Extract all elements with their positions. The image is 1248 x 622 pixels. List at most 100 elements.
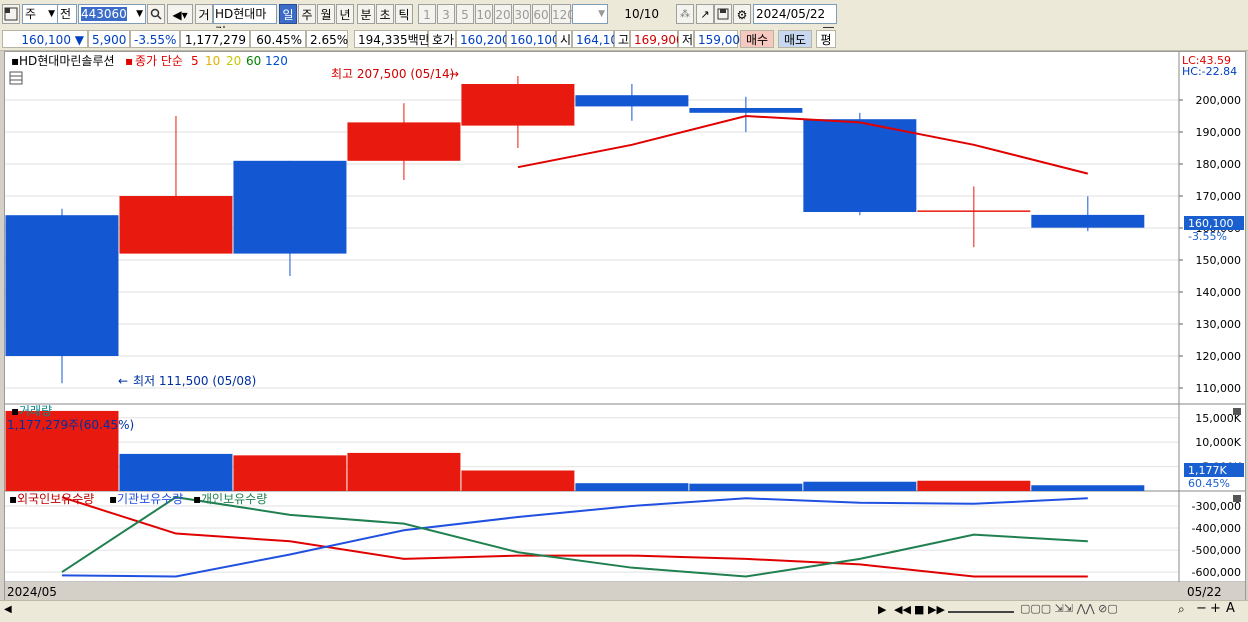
- date-field[interactable]: 2024/05/22: [753, 4, 837, 37]
- holdings-tick-label: -400,000: [1192, 522, 1241, 535]
- zoom-in-icon[interactable]: +: [1210, 601, 1221, 616]
- hc-label: HC:-22.84: [1182, 65, 1237, 78]
- x-label-right: 05/22: [1187, 585, 1222, 599]
- table-icon[interactable]: [9, 71, 23, 85]
- close-icon[interactable]: [1233, 495, 1241, 502]
- open-price: 164,100: [572, 30, 626, 48]
- stock-title: HD현대마린솔루션: [19, 54, 115, 68]
- vol-title-icon: ▪: [11, 404, 19, 418]
- link-icon[interactable]: ⁂: [676, 4, 694, 24]
- period-year[interactable]: 년: [336, 4, 354, 24]
- quote-bar: 160,100 ▼ 5,900 -3.55% 1,177,279 60.45% …: [0, 28, 1248, 51]
- legend-foreign: 외국인보유수량: [17, 492, 94, 506]
- volume-bar: [575, 483, 689, 491]
- period-tick[interactable]: 틱: [395, 4, 413, 24]
- market-select[interactable]: 주 ▼: [22, 4, 58, 24]
- candle-body: [119, 196, 233, 254]
- interval-10[interactable]: 10: [475, 4, 493, 24]
- stop-icon[interactable]: ■: [914, 603, 924, 616]
- draw-icon[interactable]: ↗: [696, 4, 714, 24]
- x-label-left: 2024/05: [7, 585, 57, 599]
- price-tick-label: 130,000: [1196, 318, 1242, 331]
- interval-120[interactable]: 120: [551, 4, 575, 24]
- hoga-label: 호가: [428, 30, 456, 48]
- date-value: 2024/05/22: [756, 7, 826, 21]
- scroll-right-icon[interactable]: ▶: [878, 603, 886, 616]
- legend-icon: ▪: [109, 492, 117, 506]
- interval-custom-select[interactable]: ▼: [572, 4, 608, 24]
- period-type-select[interactable]: 전: [57, 4, 77, 24]
- legend-individual: 개인보유수량: [201, 492, 267, 506]
- high-price: 169,900: [630, 30, 684, 48]
- interval-20[interactable]: 20: [494, 4, 512, 24]
- candle-body: [461, 84, 575, 126]
- market-value: 주: [25, 7, 37, 21]
- zoom-icon[interactable]: ⌕: [1178, 602, 1185, 617]
- sound-icon[interactable]: ◀▾: [167, 4, 193, 24]
- scroll-left-icon[interactable]: ◀: [4, 604, 12, 615]
- last-price-label: 160,100: [1188, 217, 1234, 230]
- low-price: 159,000: [694, 30, 748, 48]
- candle-body: [689, 108, 803, 113]
- ask-price: 160,200: [456, 30, 510, 48]
- ma5-line: [517, 114, 1089, 175]
- auto-scale-icon[interactable]: A: [1226, 601, 1235, 616]
- vol-pct-label: 60.45%: [1188, 477, 1230, 490]
- volume: 1,177,279: [180, 30, 250, 48]
- candle-body: [233, 160, 347, 254]
- volume-bar: [461, 470, 575, 491]
- low-arrow-icon: ←: [118, 374, 128, 388]
- ma-period-5: 5: [191, 54, 199, 68]
- open-label: 시: [556, 30, 572, 48]
- period-type-value: 전: [60, 7, 72, 21]
- forward-icon[interactable]: ▶▶: [928, 603, 945, 616]
- candle-body: [917, 210, 1031, 212]
- zoom-out-icon[interactable]: −: [1196, 601, 1207, 616]
- zoom-slider[interactable]: [948, 611, 1014, 613]
- holdings-line: [61, 497, 1088, 578]
- interval-3[interactable]: 3: [437, 4, 455, 24]
- candle-body: [575, 95, 689, 107]
- price-tick-label: 120,000: [1196, 350, 1242, 363]
- period-week[interactable]: 주: [298, 4, 316, 24]
- code-input[interactable]: 443060 ▼: [78, 4, 146, 24]
- legend-institution: 기관보유수량: [117, 492, 183, 506]
- period-minute[interactable]: 분: [357, 4, 375, 24]
- candle-body: [347, 122, 461, 161]
- buy-button[interactable]: 매수: [740, 30, 774, 48]
- interval-1[interactable]: 1: [418, 4, 436, 24]
- price-tick-label: 180,000: [1196, 158, 1242, 171]
- tool-icons[interactable]: ▢▢▢ ⇲⇲ ⋀⋀ ⊘▢: [1020, 602, 1118, 615]
- candle-body: [1031, 214, 1145, 228]
- volume-bar: [917, 480, 1031, 491]
- save-icon[interactable]: [714, 4, 732, 24]
- interval-30[interactable]: 30: [513, 4, 531, 24]
- turnover: 2.65%: [306, 30, 348, 48]
- scrollbar-track[interactable]: [20, 607, 874, 615]
- period-day[interactable]: 일: [279, 4, 297, 24]
- holdings-tick-label: -600,000: [1192, 566, 1241, 579]
- rewind-icon[interactable]: ◀◀: [894, 603, 911, 616]
- eval-button[interactable]: 평: [816, 30, 836, 48]
- count-field[interactable]: 10/10: [612, 4, 662, 24]
- layout-icon[interactable]: [2, 4, 20, 24]
- volume-bar: [689, 483, 803, 491]
- high-arrow-icon: →: [449, 67, 459, 81]
- trade-amount: 194,335백만: [354, 30, 430, 48]
- stock-name-field[interactable]: HD현대마린: [213, 4, 277, 39]
- sell-button[interactable]: 매도: [778, 30, 812, 48]
- gear-icon[interactable]: ⚙: [733, 4, 751, 24]
- period-second[interactable]: 초: [376, 4, 394, 24]
- interval-5[interactable]: 5: [456, 4, 474, 24]
- ma-period-60: 60: [246, 54, 261, 68]
- close-icon[interactable]: [1233, 408, 1241, 415]
- ma-title-icon: ▪: [125, 54, 133, 68]
- chart-area[interactable]: 110,000120,000130,000140,000150,000160,0…: [4, 51, 1246, 602]
- search-icon[interactable]: [147, 4, 165, 24]
- volume-bar: [803, 481, 917, 491]
- period-month[interactable]: 월: [317, 4, 335, 24]
- chevron-down-icon: ▼: [598, 9, 605, 19]
- ge-button[interactable]: 거: [195, 4, 213, 24]
- interval-60[interactable]: 60: [532, 4, 550, 24]
- volume-bar: [347, 452, 461, 491]
